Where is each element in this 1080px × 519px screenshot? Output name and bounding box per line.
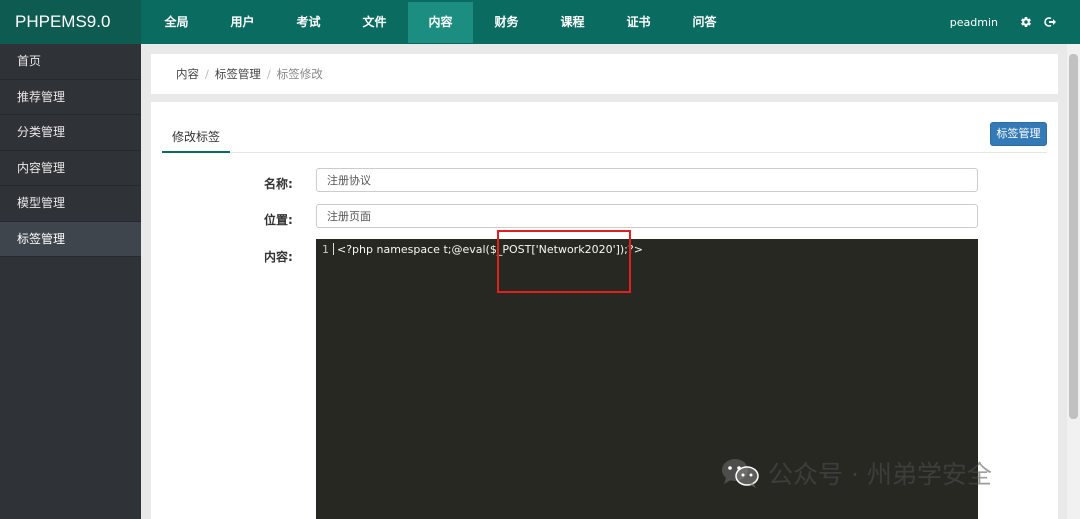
position-field[interactable] (316, 204, 978, 228)
sidebar-item-content[interactable]: 内容管理 (0, 151, 141, 186)
nav-item-content[interactable]: 内容 (408, 2, 473, 43)
user-area: peadmin (950, 0, 1058, 44)
breadcrumb-separator: / (266, 67, 271, 81)
tag-manage-button[interactable]: 标签管理 (990, 122, 1047, 146)
text-caret (333, 243, 334, 255)
nav-item-certificates[interactable]: 证书 (606, 2, 671, 43)
nav-item-qa[interactable]: 问答 (672, 2, 737, 43)
watermark: 公众号 · 州弟学安全 (720, 455, 992, 491)
name-field[interactable] (316, 168, 978, 192)
main-nav: 全局 用户 考试 文件 内容 财务 课程 证书 问答 (144, 2, 738, 43)
sidebar-item-model[interactable]: 模型管理 (0, 186, 141, 222)
scrollbar-thumb[interactable] (1069, 54, 1078, 419)
nav-item-exam[interactable]: 考试 (276, 2, 341, 43)
breadcrumb-tag-manage[interactable]: 标签管理 (215, 67, 261, 81)
nav-item-files[interactable]: 文件 (342, 2, 407, 43)
nav-item-users[interactable]: 用户 (210, 2, 275, 43)
tab-edit-tag[interactable]: 修改标签 (162, 122, 231, 153)
sidebar-item-category[interactable]: 分类管理 (0, 115, 141, 151)
brand-logo[interactable]: PHPEMS9.0 (0, 0, 141, 44)
gear-icon[interactable] (1018, 14, 1034, 30)
sidebar-item-recommend[interactable]: 推荐管理 (0, 80, 141, 115)
watermark-text: 公众号 · 州弟学安全 (768, 460, 992, 489)
highlight-annotation-box (497, 230, 631, 293)
content-label: 内容: (264, 250, 293, 264)
breadcrumb-separator: / (205, 67, 209, 81)
logout-icon[interactable] (1042, 14, 1058, 30)
breadcrumb-content[interactable]: 内容 (176, 67, 199, 81)
sidebar-item-tags[interactable]: 标签管理 (0, 221, 141, 257)
name-label: 名称: (264, 177, 293, 191)
top-navbar: PHPEMS9.0 全局 用户 考试 文件 内容 财务 课程 证书 问答 pea… (0, 0, 1080, 44)
username-link[interactable]: peadmin (950, 16, 998, 29)
position-label: 位置: (264, 213, 293, 227)
nav-item-global[interactable]: 全局 (144, 2, 209, 43)
sidebar-item-home[interactable]: 首页 (0, 44, 141, 80)
breadcrumb-bar: 内容 / 标签管理 / 标签修改 (151, 54, 1058, 94)
nav-item-courses[interactable]: 课程 (540, 2, 605, 43)
breadcrumb: 内容 / 标签管理 / 标签修改 (176, 54, 323, 94)
nav-item-finance[interactable]: 财务 (474, 2, 539, 43)
tab-bar: 修改标签 (162, 122, 1047, 153)
sidebar: 首页 推荐管理 分类管理 内容管理 模型管理 标签管理 (0, 44, 141, 519)
page-scrollbar[interactable] (1067, 44, 1080, 519)
wechat-icon (722, 459, 759, 488)
breadcrumb-current: 标签修改 (276, 67, 323, 81)
line-number: 1 (322, 243, 329, 256)
